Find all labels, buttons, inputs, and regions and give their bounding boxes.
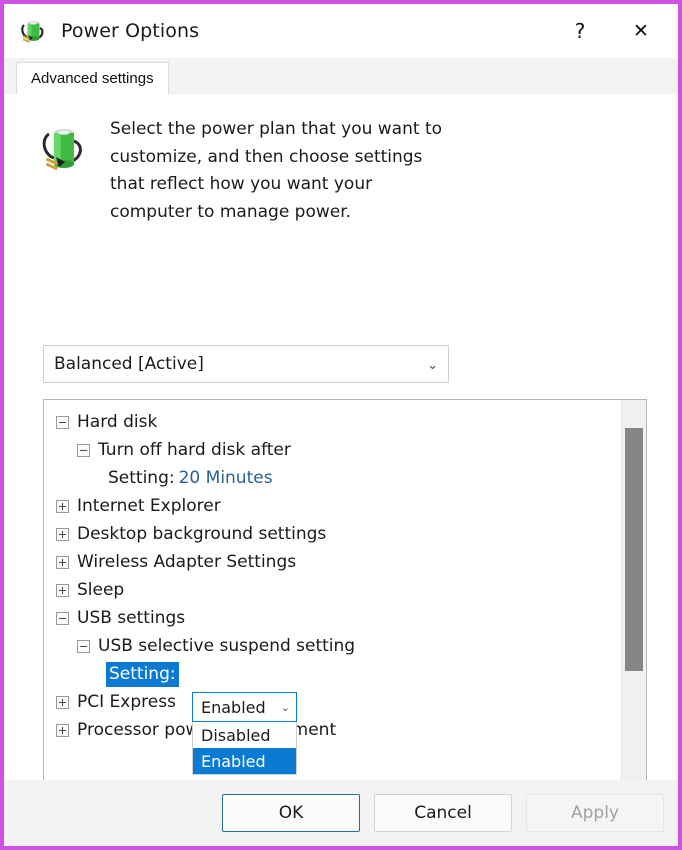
setting-value[interactable]: 20 Minutes (179, 468, 273, 488)
tree-row[interactable]: Desktop background settings (44, 520, 620, 548)
battery-plug-icon (40, 120, 90, 182)
help-button[interactable]: ? (550, 4, 610, 58)
tree-row[interactable]: Turn off hard disk after (44, 436, 620, 464)
expand-expander-icon[interactable] (56, 723, 69, 737)
power-plan-select[interactable]: Balanced [Active] ⌄ (43, 345, 449, 383)
power-plug-battery-icon (18, 15, 50, 47)
tree-row-label: Hard disk (77, 412, 158, 432)
tree-row-label: PCI Express (77, 692, 176, 712)
apply-button-label: Apply (571, 803, 619, 823)
close-icon[interactable]: ✕ (610, 4, 672, 58)
dropdown-selected-value: Enabled (201, 697, 266, 717)
scrollbar-thumb[interactable] (625, 428, 643, 671)
advanced-settings-tree[interactable]: Hard disk Turn off hard disk after Setti… (43, 399, 647, 787)
dropdown-option-enabled[interactable]: Enabled (193, 748, 296, 774)
title-bar: Power Options ? ✕ (4, 4, 678, 58)
expand-expander-icon[interactable] (56, 499, 69, 513)
tree-row-label: USB selective suspend setting (98, 636, 356, 656)
window-title: Power Options (61, 20, 200, 42)
tab-advanced-settings[interactable]: Advanced settings (16, 62, 169, 94)
tab-label: Advanced settings (31, 70, 154, 87)
title-bar-buttons: ? ✕ (550, 4, 678, 58)
cancel-button-label: Cancel (414, 803, 472, 823)
tree-row[interactable]: PCI Express (44, 688, 620, 716)
collapse-expander-icon[interactable] (56, 611, 69, 625)
tree-row-label: Sleep (77, 580, 125, 600)
tree-row-label: USB settings (77, 608, 186, 628)
description-block: Select the power plan that you want to c… (4, 94, 678, 226)
tree-row[interactable]: Wireless Adapter Settings (44, 548, 620, 576)
power-options-window: Power Options ? ✕ Advanced settings Sele… (0, 0, 682, 850)
setting-label: Setting: (108, 468, 175, 488)
power-plan-value: Balanced [Active] (54, 354, 204, 374)
tree-row[interactable]: USB settings (44, 604, 620, 632)
expand-expander-icon[interactable] (56, 695, 69, 709)
description-text: Select the power plan that you want to c… (110, 119, 443, 222)
tree-row-label: Desktop background settings (77, 524, 327, 544)
tree-row-setting-selected[interactable]: Setting: (44, 660, 620, 688)
expand-expander-icon[interactable] (56, 527, 69, 541)
tree-vertical-scrollbar[interactable] (621, 400, 646, 786)
tree-row[interactable]: Hard disk (44, 408, 620, 436)
setting-label-highlighted: Setting: (106, 661, 179, 687)
tree-row[interactable]: Processor power management (44, 716, 620, 744)
dialog-footer: OK Cancel Apply (4, 780, 678, 846)
tree-row-label: Internet Explorer (77, 496, 221, 516)
tree-row-label: Turn off hard disk after (98, 440, 291, 460)
tree-row-setting[interactable]: Setting: 20 Minutes (44, 464, 620, 492)
expand-expander-icon[interactable] (56, 555, 69, 569)
chevron-down-icon: ⌄ (280, 700, 290, 714)
collapse-expander-icon[interactable] (56, 415, 69, 429)
dropdown-selected-value-box[interactable]: Enabled ⌄ (192, 692, 297, 722)
tree-rows: Hard disk Turn off hard disk after Setti… (44, 400, 620, 786)
dialog-content: Select the power plan that you want to c… (4, 94, 678, 846)
tree-row-label: Wireless Adapter Settings (77, 552, 297, 572)
cancel-button[interactable]: Cancel (374, 794, 512, 832)
collapse-expander-icon[interactable] (77, 639, 90, 653)
tab-strip: Advanced settings (4, 58, 678, 94)
collapse-expander-icon[interactable] (77, 443, 90, 457)
dropdown-option-disabled[interactable]: Disabled (193, 722, 296, 748)
usb-selective-suspend-dropdown[interactable]: Enabled ⌄ Disabled Enabled (192, 692, 297, 775)
tree-row[interactable]: Sleep (44, 576, 620, 604)
tree-row[interactable]: USB selective suspend setting (44, 632, 620, 660)
ok-button[interactable]: OK (222, 794, 360, 832)
dropdown-option-list[interactable]: Disabled Enabled (192, 722, 297, 775)
expand-expander-icon[interactable] (56, 583, 69, 597)
apply-button: Apply (526, 794, 664, 832)
ok-button-label: OK (278, 803, 304, 823)
chevron-down-icon: ⌄ (427, 356, 438, 372)
tree-row[interactable]: Internet Explorer (44, 492, 620, 520)
